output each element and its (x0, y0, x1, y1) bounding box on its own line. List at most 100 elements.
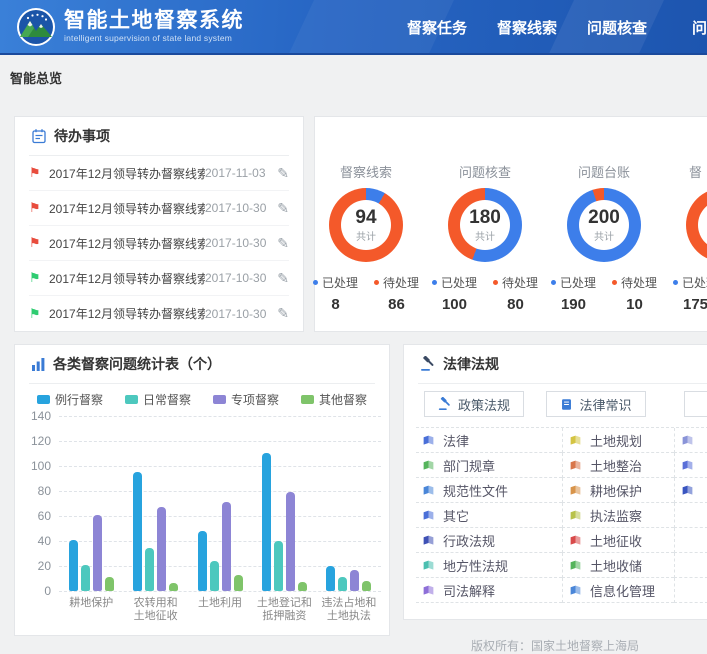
legal-extra-button[interactable] (684, 391, 707, 417)
breadcrumb: 智能总览 (10, 68, 62, 87)
bar (198, 531, 207, 591)
todo-item-date: 2017-10-30 (205, 307, 271, 321)
pending-label: 待处理 (383, 274, 419, 291)
legal-link-judicial-interpretation[interactable]: 司法解释 (416, 578, 562, 603)
edit-pencil-icon[interactable]: ✎ (271, 235, 289, 252)
nav-item-supervision-tasks[interactable]: 督察任务 (407, 17, 467, 38)
chart-panel-header: 各类督察问题统计表（个） (15, 345, 389, 383)
chart-legend: 例行督察 日常督察 专项督察 其他督察 (15, 391, 389, 408)
flag-icon: ⚑ (29, 306, 49, 322)
issue-stats-chart-panel: 各类督察问题统计表（个） 例行督察 日常督察 专项督察 其他督察 140 120… (14, 344, 390, 636)
legal-link-cutoff[interactable] (674, 453, 707, 478)
processed-label: 已处理 (560, 274, 596, 291)
x-axis-label: 耕地保护 (59, 597, 123, 623)
bar (93, 515, 102, 591)
policy-regulations-button[interactable]: 政策法规 (424, 391, 524, 417)
legal-link-local-regulations[interactable]: 地方性法规 (416, 553, 562, 578)
legal-link-land-remediation[interactable]: 土地整治 (562, 453, 674, 478)
edit-pencil-icon[interactable]: ✎ (271, 200, 289, 217)
bar (145, 548, 154, 591)
legend-swatch (213, 395, 226, 404)
laws-regulations-panel: 法律法规 政策法规 法律常识 (403, 344, 707, 620)
legal-link-land-expropriation[interactable]: 土地征收 (562, 528, 674, 553)
x-axis-label: 土地登记和 抵押融资 (252, 597, 316, 623)
todo-item-title: 2017年12月领导转办督察线索 (49, 305, 205, 322)
todo-list-item[interactable]: ⚑ 2017年12月领导转办督察线索 2017-10-30 ✎ (29, 191, 289, 226)
edit-pencil-icon[interactable]: ✎ (271, 305, 289, 322)
todo-item-date: 2017-10-30 (205, 236, 271, 250)
y-axis-tick: 120 (19, 434, 51, 448)
nav-item-issue-verification[interactable]: 问题核查 (587, 17, 647, 38)
donut-total: 200 (588, 208, 620, 228)
bar (286, 492, 295, 591)
todo-list-item[interactable]: ⚑ 2017年12月领导转办督察线索 2017-10-30 ✎ (29, 261, 289, 296)
bar (298, 582, 307, 591)
x-axis-label: 农转用和 土地征收 (123, 597, 187, 623)
legal-links-grid: 法律 土地规划 部门规章 土地整治 规范性文件 耕地保护 其它 执法监察 行政法… (416, 427, 707, 603)
donut-chart: 94 共计 (329, 188, 403, 262)
flag-icon: ⚑ (29, 165, 49, 181)
bar (69, 540, 78, 591)
book-icon (681, 459, 694, 472)
nav-item-issue-ledger[interactable]: 问题 (677, 17, 707, 38)
book-icon (569, 584, 582, 597)
book-icon (569, 509, 582, 522)
todo-panel-title: 待办事项 (54, 126, 110, 146)
donut-title: 问题台账 (544, 162, 664, 180)
legal-link-cutoff[interactable] (674, 478, 707, 503)
legal-knowledge-button[interactable]: 法律常识 (546, 391, 646, 417)
processed-value: 190 (551, 296, 596, 313)
legal-link-administrative-regulations[interactable]: 行政法规 (416, 528, 562, 553)
legal-grid-empty-cell (674, 503, 707, 528)
bar (210, 561, 219, 591)
book-icon (569, 484, 582, 497)
legend-item-special[interactable]: 专项督察 (213, 391, 279, 408)
legal-link-information-management[interactable]: 信息化管理 (562, 578, 674, 603)
todo-list-item[interactable]: ⚑ 2017年12月领导转办督察线索 2017-10-30 ✎ (29, 296, 289, 331)
todo-panel: 待办事项 ⚑ 2017年12月领导转办督察线索 2017-11-03 ✎ ⚑ 2… (14, 116, 304, 332)
bar (274, 541, 283, 591)
pending-label: 待处理 (502, 274, 538, 291)
legend-item-routine[interactable]: 例行督察 (37, 391, 103, 408)
edit-pencil-icon[interactable]: ✎ (271, 165, 289, 182)
book-icon (569, 559, 582, 572)
todo-list-item[interactable]: ⚑ 2017年12月领导转办督察线索 2017-11-03 ✎ (29, 156, 289, 191)
donut-chart (686, 188, 707, 262)
legal-link-cutoff[interactable] (674, 428, 707, 453)
todo-list-item[interactable]: ⚑ 2017年12月领导转办督察线索 2017-10-30 ✎ (29, 226, 289, 261)
bar (326, 566, 335, 591)
legal-link-land-planning[interactable]: 土地规划 (562, 428, 674, 453)
legend-item-other[interactable]: 其他督察 (301, 391, 367, 408)
bar (350, 570, 359, 591)
legal-link-farmland-protection[interactable]: 耕地保护 (562, 478, 674, 503)
todo-panel-header: 待办事项 (15, 117, 303, 155)
legal-link-normative-documents[interactable]: 规范性文件 (416, 478, 562, 503)
edit-pencil-icon[interactable]: ✎ (271, 270, 289, 287)
donut-total: 94 (355, 208, 376, 228)
legal-link-law-enforcement[interactable]: 执法监察 (562, 503, 674, 528)
pending-value: 10 (612, 296, 657, 313)
nav-item-supervision-clues[interactable]: 督察线索 (497, 17, 557, 38)
donut-total-label: 共计 (356, 228, 376, 243)
legend-item-daily[interactable]: 日常督察 (125, 391, 191, 408)
donut-total-label: 共计 (594, 228, 614, 243)
bar (157, 507, 166, 591)
todo-item-title: 2017年12月领导转办督察线索 (49, 270, 205, 287)
legal-link-land-storage[interactable]: 土地收储 (562, 553, 674, 578)
processed-label: 已处理 (322, 274, 358, 291)
legal-panel-header: 法律法规 (404, 345, 707, 383)
bar (362, 581, 371, 591)
bar-group-farmland-protection (59, 416, 123, 591)
legal-link-law[interactable]: 法律 (416, 428, 562, 453)
processed-value: 8 (313, 296, 358, 313)
legal-link-department-rules[interactable]: 部门规章 (416, 453, 562, 478)
legal-grid-empty-cell (674, 528, 707, 553)
processed-dot (551, 280, 556, 285)
book-icon (422, 509, 435, 522)
x-axis-label: 土地利用 (188, 597, 252, 623)
legal-grid-empty-cell (674, 578, 707, 603)
legal-link-other[interactable]: 其它 (416, 503, 562, 528)
book-icon (569, 534, 582, 547)
chart-panel-title: 各类督察问题统计表（个） (53, 354, 221, 374)
todo-item-title: 2017年12月领导转办督察线索 (49, 235, 205, 252)
